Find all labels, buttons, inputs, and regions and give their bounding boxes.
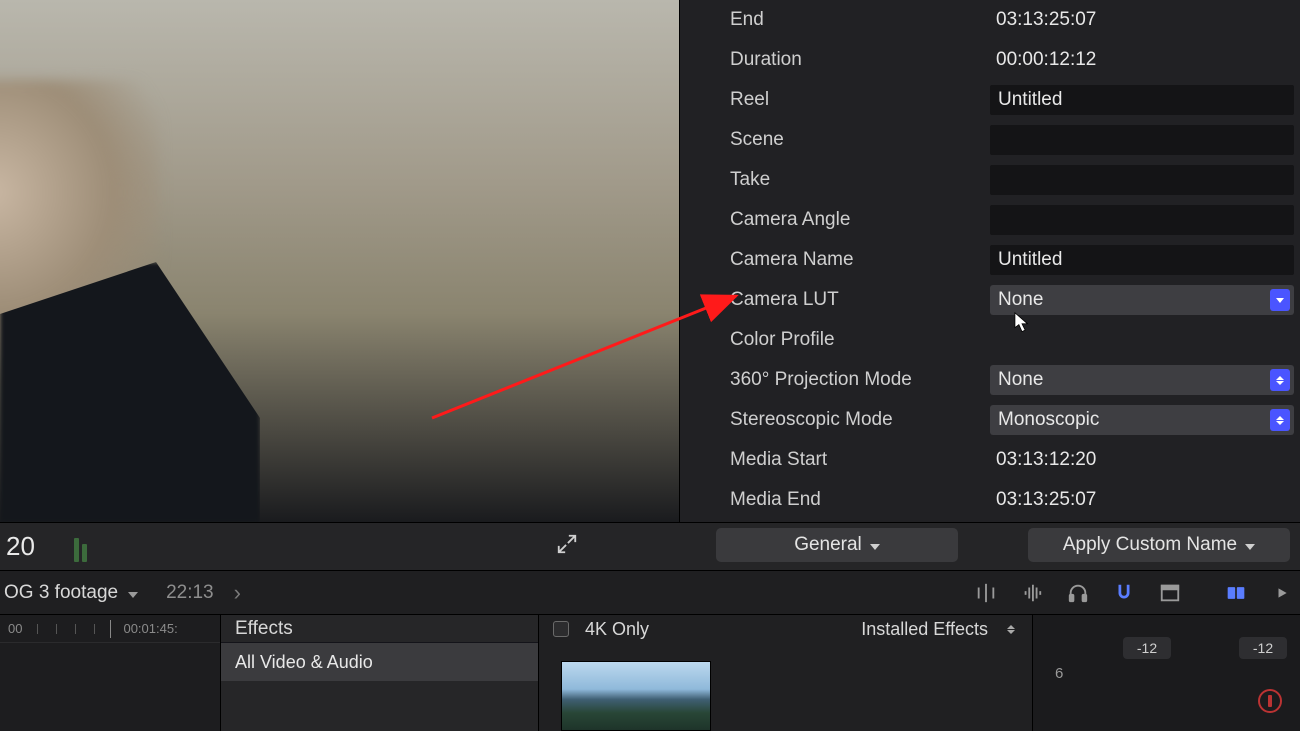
play-icon[interactable] (1270, 581, 1294, 605)
audio-meters-panel: -12 -12 6 (1032, 615, 1300, 731)
snapping-icon[interactable] (1112, 581, 1136, 605)
general-dropdown-button[interactable]: General (716, 528, 958, 562)
prop-media-end: Media End 03:13:25:07 (680, 480, 1300, 520)
chevron-down-icon (1270, 289, 1290, 311)
ruler-tick-label: 00:01:45: (123, 621, 177, 636)
label-media-end: Media End (730, 489, 990, 511)
timeline-ruler-area[interactable]: 00 00:01:45: (0, 615, 220, 731)
take-field[interactable] (990, 165, 1294, 195)
forward-icon[interactable]: › (234, 580, 241, 606)
label-camera-angle: Camera Angle (730, 209, 990, 231)
value-media-end: 03:13:25:07 (990, 489, 1300, 511)
solo-headphones-icon[interactable] (1066, 581, 1090, 605)
db-badge-left: -12 (1123, 637, 1171, 659)
scene-field[interactable] (990, 125, 1294, 155)
timeline-index-icon[interactable] (1158, 581, 1182, 605)
apply-custom-name-button[interactable]: Apply Custom Name (1028, 528, 1290, 562)
inspector-panel: End 03:13:25:07 Duration 00:00:12:12 Ree… (679, 0, 1300, 522)
chevron-down-icon (1243, 534, 1255, 556)
prop-camera-angle: Camera Angle (680, 200, 1300, 240)
ruler-tick-label: 00 (8, 621, 22, 636)
projection-mode-value: None (998, 369, 1043, 391)
chevron-down-icon (868, 534, 880, 556)
db-scale-label: 6 (1055, 665, 1063, 682)
4k-only-label: 4K Only (585, 619, 649, 640)
apply-custom-name-label: Apply Custom Name (1063, 534, 1237, 556)
project-duration: 22:13 (166, 582, 214, 604)
prop-take: Take (680, 160, 1300, 200)
project-name[interactable]: OG 3 footage (4, 582, 118, 604)
expand-icon[interactable] (556, 533, 578, 560)
label-take: Take (730, 169, 990, 191)
value-end: 03:13:25:07 (990, 9, 1300, 31)
audio-skimming-icon[interactable] (1020, 581, 1044, 605)
timecode-fragment: 20 (0, 531, 50, 562)
effect-thumbnail[interactable] (561, 661, 711, 731)
chevron-down-icon[interactable] (128, 582, 138, 603)
db-badge-right: -12 (1239, 637, 1287, 659)
prop-stereo-mode: Stereoscopic Mode Monoscopic (680, 400, 1300, 440)
viewer-canvas[interactable] (0, 0, 679, 522)
label-projection-mode: 360° Projection Mode (730, 369, 990, 391)
prop-projection-mode: 360° Projection Mode None (680, 360, 1300, 400)
audio-meter-icon (74, 532, 104, 562)
reel-field[interactable] (990, 85, 1294, 115)
label-media-start: Media Start (730, 449, 990, 471)
skimming-icon[interactable] (974, 581, 998, 605)
value-media-start: 03:13:12:20 (990, 449, 1300, 471)
effects-sidebar: Effects All Video & Audio (220, 615, 538, 731)
camera-lut-value: None (998, 289, 1043, 311)
timeline-toolbar (974, 571, 1294, 615)
effects-category-all[interactable]: All Video & Audio (221, 643, 538, 681)
prop-media-start: Media Start 03:13:12:20 (680, 440, 1300, 480)
label-scene: Scene (730, 129, 990, 151)
chevron-updown-icon (1270, 369, 1290, 391)
prop-end: End 03:13:25:07 (680, 0, 1300, 40)
camera-angle-field[interactable] (990, 205, 1294, 235)
stereo-mode-value: Monoscopic (998, 409, 1099, 431)
projection-mode-dropdown[interactable]: None (990, 365, 1294, 395)
effects-scope-label[interactable]: Installed Effects (861, 619, 988, 640)
camera-lut-dropdown[interactable]: None (990, 285, 1294, 315)
project-breadcrumb-bar: OG 3 footage 22:13 › (0, 570, 1300, 614)
prop-color-profile: Color Profile (680, 320, 1300, 360)
prop-duration: Duration 00:00:12:12 (680, 40, 1300, 80)
label-camera-name: Camera Name (730, 249, 990, 271)
effects-header: Effects (221, 615, 538, 643)
prop-camera-name: Camera Name (680, 240, 1300, 280)
camera-name-field[interactable] (990, 245, 1294, 275)
label-reel: Reel (730, 89, 990, 111)
effects-browser: 4K Only Installed Effects (538, 615, 1032, 731)
general-button-label: General (794, 534, 862, 556)
label-camera-lut: Camera LUT (730, 289, 990, 311)
prop-scene: Scene (680, 120, 1300, 160)
label-end: End (730, 9, 990, 31)
chevron-updown-icon[interactable] (1004, 620, 1018, 638)
chevron-updown-icon (1270, 409, 1290, 431)
prop-camera-lut: Camera LUT None (680, 280, 1300, 320)
value-duration: 00:00:12:12 (990, 49, 1300, 71)
record-voiceover-icon[interactable] (1258, 689, 1282, 713)
4k-only-checkbox[interactable] (553, 621, 569, 637)
label-duration: Duration (730, 49, 990, 71)
label-stereo-mode: Stereoscopic Mode (730, 409, 990, 431)
prop-reel: Reel (680, 80, 1300, 120)
dual-viewer-icon[interactable] (1224, 581, 1248, 605)
label-color-profile: Color Profile (730, 329, 990, 351)
stereo-mode-dropdown[interactable]: Monoscopic (990, 405, 1294, 435)
